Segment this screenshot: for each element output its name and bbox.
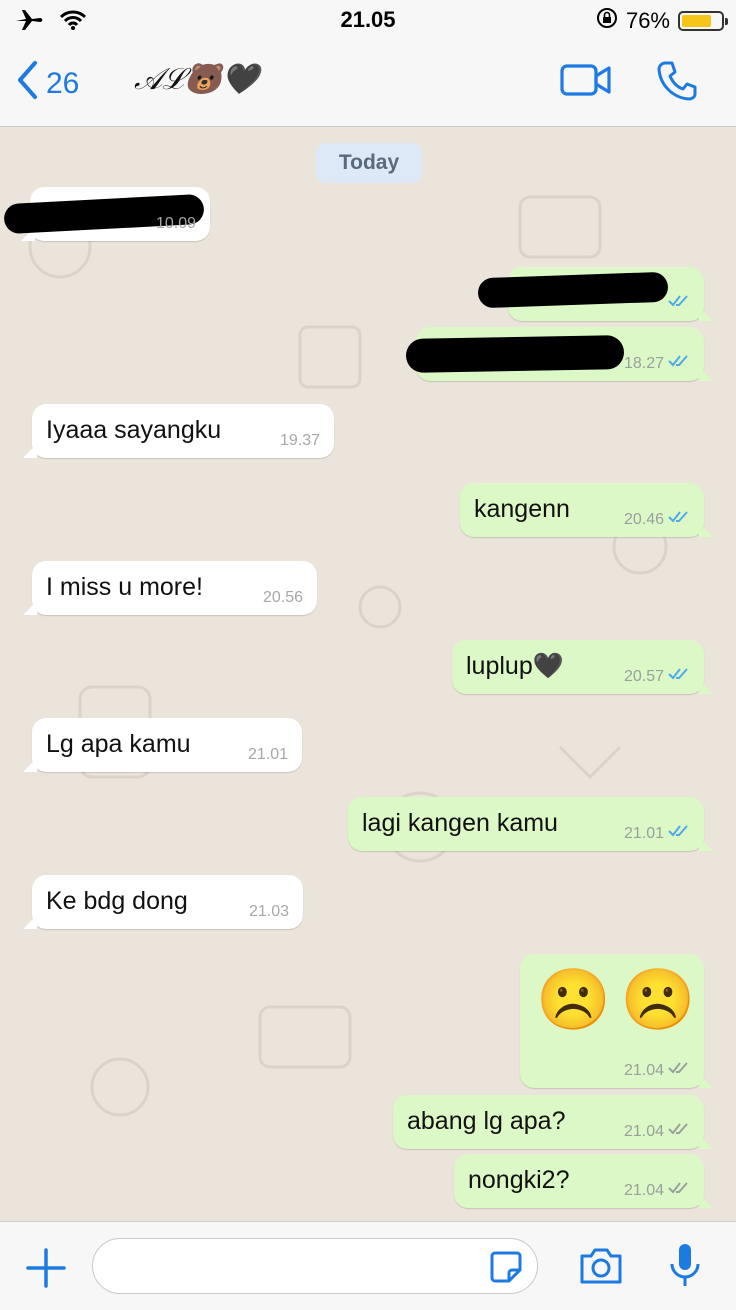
- read-ticks-icon: [668, 354, 690, 373]
- read-ticks-icon: [668, 294, 690, 313]
- message-incoming[interactable]: 10.09: [3, 187, 210, 241]
- message-time: [668, 294, 690, 313]
- camera-icon[interactable]: [578, 1246, 624, 1291]
- message-time: 21.04: [624, 1122, 690, 1141]
- message-time: 18.27: [624, 354, 690, 373]
- chevron-left-icon: [16, 60, 38, 108]
- message-incoming[interactable]: Lg apa kamu 21.01: [23, 718, 302, 772]
- message-outgoing[interactable]: kangenn 20.46: [460, 483, 713, 537]
- sticker-icon[interactable]: [489, 1250, 523, 1289]
- message-outgoing[interactable]: ☹️☹️ 21.04: [520, 954, 713, 1088]
- message-time: 19.37: [279, 432, 320, 449]
- message-time: 21.04: [624, 1061, 690, 1080]
- message-outgoing[interactable]: abang lg apa? 21.04: [393, 1095, 713, 1149]
- message-time: 21.01: [247, 746, 288, 763]
- message-time: 21.01: [624, 824, 690, 843]
- sent-ticks-icon: [668, 1181, 690, 1200]
- read-ticks-icon: [668, 667, 690, 686]
- read-ticks-icon: [668, 510, 690, 529]
- message-outgoing[interactable]: luplup🖤 20.57: [452, 640, 713, 694]
- message-time: 20.57: [624, 667, 690, 686]
- chat-area[interactable]: Today 10.09 18.27 Iyaaa sayangku 19.37 k…: [0, 127, 736, 1221]
- redaction-mark: [405, 335, 625, 373]
- battery-percent: 76%: [625, 8, 670, 33]
- back-button[interactable]: 26: [16, 60, 79, 108]
- message-text: I miss u more!: [46, 573, 203, 601]
- message-text: Iyaaa sayangku: [46, 416, 222, 444]
- date-divider: Today: [316, 143, 422, 183]
- unread-count: 26: [46, 67, 80, 100]
- message-outgoing[interactable]: [477, 267, 713, 321]
- message-time: 21.04: [624, 1181, 690, 1200]
- status-bar: 21.05 76%: [0, 0, 736, 40]
- message-outgoing[interactable]: nongki2? 21.04: [454, 1154, 713, 1208]
- message-incoming[interactable]: I miss u more! 20.56: [23, 561, 317, 615]
- message-time: 20.46: [624, 510, 690, 529]
- contact-name[interactable]: 𝒜ℒ🐻🖤: [134, 62, 259, 97]
- video-call-icon[interactable]: [560, 60, 612, 107]
- message-outgoing[interactable]: 18.27: [405, 327, 713, 381]
- redaction-mark: [477, 271, 669, 309]
- message-input[interactable]: [92, 1238, 538, 1294]
- message-text: kangenn: [474, 495, 570, 523]
- message-incoming[interactable]: Ke bdg dong 21.03: [23, 875, 303, 929]
- message-text: abang lg apa?: [407, 1107, 566, 1135]
- read-ticks-icon: [668, 824, 690, 843]
- message-text: luplup🖤: [466, 652, 564, 680]
- message-time: 20.56: [262, 589, 303, 606]
- message-text: Lg apa kamu: [46, 730, 191, 758]
- message-text: Ke bdg dong: [46, 887, 188, 915]
- chat-header: 26 𝒜ℒ🐻🖤: [0, 40, 736, 127]
- battery-icon: [678, 11, 728, 31]
- message-emoji: ☹️☹️: [536, 966, 706, 1033]
- plus-icon[interactable]: [26, 1248, 66, 1293]
- rotation-lock-icon: [596, 7, 618, 35]
- message-time: 21.03: [248, 903, 289, 920]
- message-composer: [0, 1221, 736, 1310]
- phone-icon[interactable]: [656, 60, 698, 107]
- message-incoming[interactable]: Iyaaa sayangku 19.37: [23, 404, 334, 458]
- message-text: nongki2?: [468, 1166, 570, 1194]
- message-outgoing[interactable]: lagi kangen kamu 21.01: [348, 797, 713, 851]
- sent-ticks-icon: [668, 1122, 690, 1141]
- microphone-icon[interactable]: [668, 1242, 702, 1295]
- message-text: lagi kangen kamu: [362, 809, 558, 837]
- message-time: 10.09: [155, 215, 196, 232]
- sent-ticks-icon: [668, 1061, 690, 1080]
